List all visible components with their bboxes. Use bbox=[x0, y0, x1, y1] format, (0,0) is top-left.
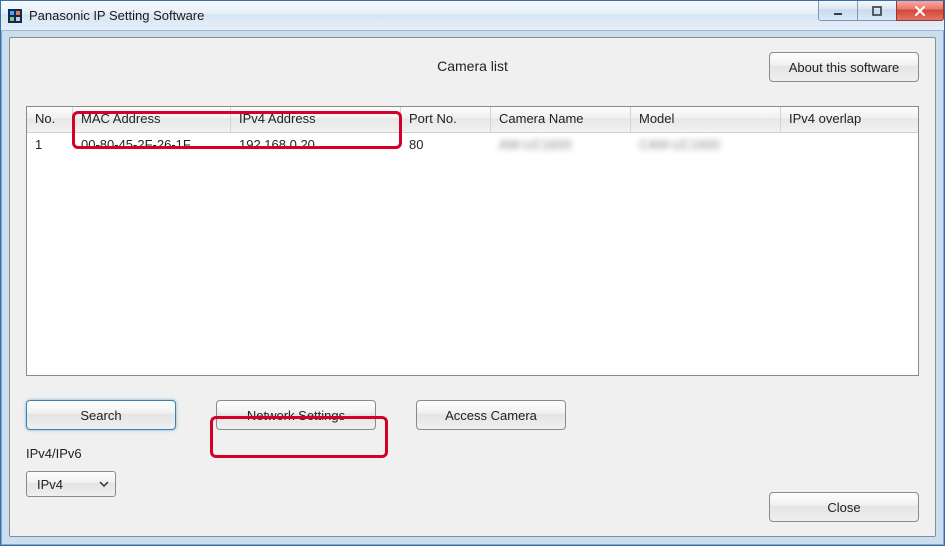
minimize-button[interactable] bbox=[818, 1, 858, 21]
header-row: Camera list About this software bbox=[26, 52, 919, 96]
col-header-ip[interactable]: IPv4 Address bbox=[231, 107, 401, 132]
titlebar: Panasonic IP Setting Software bbox=[1, 1, 944, 31]
col-header-model[interactable]: Model bbox=[631, 107, 781, 132]
ip-family-select[interactable]: IPv4 bbox=[26, 471, 116, 497]
cell-ip: 192.168.0.20 bbox=[231, 133, 401, 159]
cell-overlap bbox=[781, 133, 918, 159]
close-button-wrap: Close bbox=[769, 492, 919, 522]
ip-family-selected: IPv4 bbox=[37, 477, 63, 492]
col-header-no[interactable]: No. bbox=[27, 107, 73, 132]
chevron-down-icon bbox=[99, 477, 109, 492]
camera-list-table[interactable]: No. MAC Address IPv4 Address Port No. Ca… bbox=[26, 106, 919, 376]
window-controls bbox=[819, 1, 944, 30]
col-header-camera[interactable]: Camera Name bbox=[491, 107, 631, 132]
search-button[interactable]: Search bbox=[26, 400, 176, 430]
col-header-mac[interactable]: MAC Address bbox=[73, 107, 231, 132]
app-icon bbox=[7, 8, 23, 24]
window-title: Panasonic IP Setting Software bbox=[29, 8, 819, 23]
cell-model: CAM-UC1600 bbox=[631, 133, 781, 159]
col-header-port[interactable]: Port No. bbox=[401, 107, 491, 132]
cell-mac: 00-80-45-2F-26-1F bbox=[73, 133, 231, 159]
table-header: No. MAC Address IPv4 Address Port No. Ca… bbox=[27, 107, 918, 133]
cell-port: 80 bbox=[401, 133, 491, 159]
table-row[interactable]: 1 00-80-45-2F-26-1F 192.168.0.20 80 AW-U… bbox=[27, 133, 918, 159]
ip-family-label: IPv4/IPv6 bbox=[26, 446, 919, 461]
access-camera-button[interactable]: Access Camera bbox=[416, 400, 566, 430]
app-window: Panasonic IP Setting Software Camera lis… bbox=[0, 0, 945, 546]
action-button-row: Search Network Settings Access Camera bbox=[26, 400, 919, 430]
cell-camera: AW-UC1600 bbox=[491, 133, 631, 159]
col-header-overlap[interactable]: IPv4 overlap bbox=[781, 107, 918, 132]
about-software-button[interactable]: About this software bbox=[769, 52, 919, 82]
network-settings-button[interactable]: Network Settings bbox=[216, 400, 376, 430]
close-window-button[interactable] bbox=[896, 1, 944, 21]
cell-no: 1 bbox=[27, 133, 73, 159]
maximize-button[interactable] bbox=[857, 1, 897, 21]
close-button[interactable]: Close bbox=[769, 492, 919, 522]
client-area: Camera list About this software No. MAC … bbox=[9, 37, 936, 537]
